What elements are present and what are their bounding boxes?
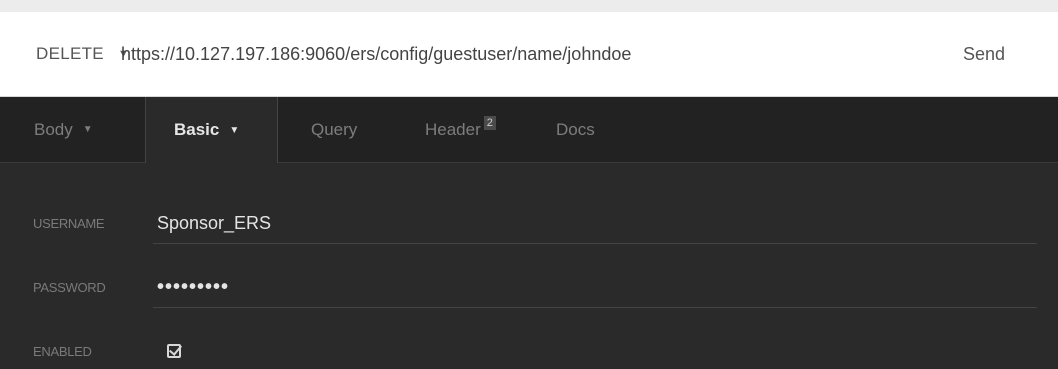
window-top-strip xyxy=(0,0,1058,12)
username-label: USERNAME xyxy=(33,215,105,231)
password-underline xyxy=(153,307,1037,308)
url-input[interactable] xyxy=(117,34,963,74)
password-row: PASSWORD ••••••••• xyxy=(0,269,1058,308)
enabled-label: ENABLED xyxy=(33,343,92,359)
tab-query-label: Query xyxy=(311,119,358,139)
method-label: DELETE xyxy=(36,44,104,63)
enabled-row: ENABLED xyxy=(0,333,1058,369)
tab-basic[interactable]: Basic ▼ xyxy=(145,97,278,163)
tab-docs-label: Docs xyxy=(556,119,595,139)
tab-header[interactable]: Header 2 xyxy=(408,97,556,162)
tab-body[interactable]: Body ▼ xyxy=(0,97,145,162)
tab-docs[interactable]: Docs xyxy=(556,97,656,162)
chevron-down-icon: ▼ xyxy=(229,124,240,136)
username-row: USERNAME Sponsor_ERS xyxy=(0,205,1058,244)
send-button[interactable]: Send xyxy=(963,43,1058,66)
chevron-down-icon: ▼ xyxy=(82,124,93,135)
method-dropdown[interactable]: DELETE ▼ xyxy=(0,44,129,64)
password-label: PASSWORD xyxy=(33,279,106,295)
tab-body-label: Body xyxy=(34,119,73,139)
username-underline xyxy=(153,243,1037,244)
basic-auth-form: USERNAME Sponsor_ERS PASSWORD ••••••••• … xyxy=(0,163,1058,363)
password-field[interactable]: ••••••••• xyxy=(153,276,1037,299)
username-field[interactable]: Sponsor_ERS xyxy=(153,213,1037,234)
tab-header-label: Header xyxy=(425,119,481,139)
request-tabs: Body ▼ Basic ▼ Query Header 2 Docs xyxy=(0,97,1058,163)
tab-basic-label: Basic xyxy=(174,120,220,139)
request-url-bar: DELETE ▼ Send xyxy=(0,12,1058,97)
tab-query[interactable]: Query xyxy=(278,97,408,162)
header-count-badge: 2 xyxy=(483,115,496,130)
enabled-checkbox[interactable] xyxy=(167,344,181,358)
